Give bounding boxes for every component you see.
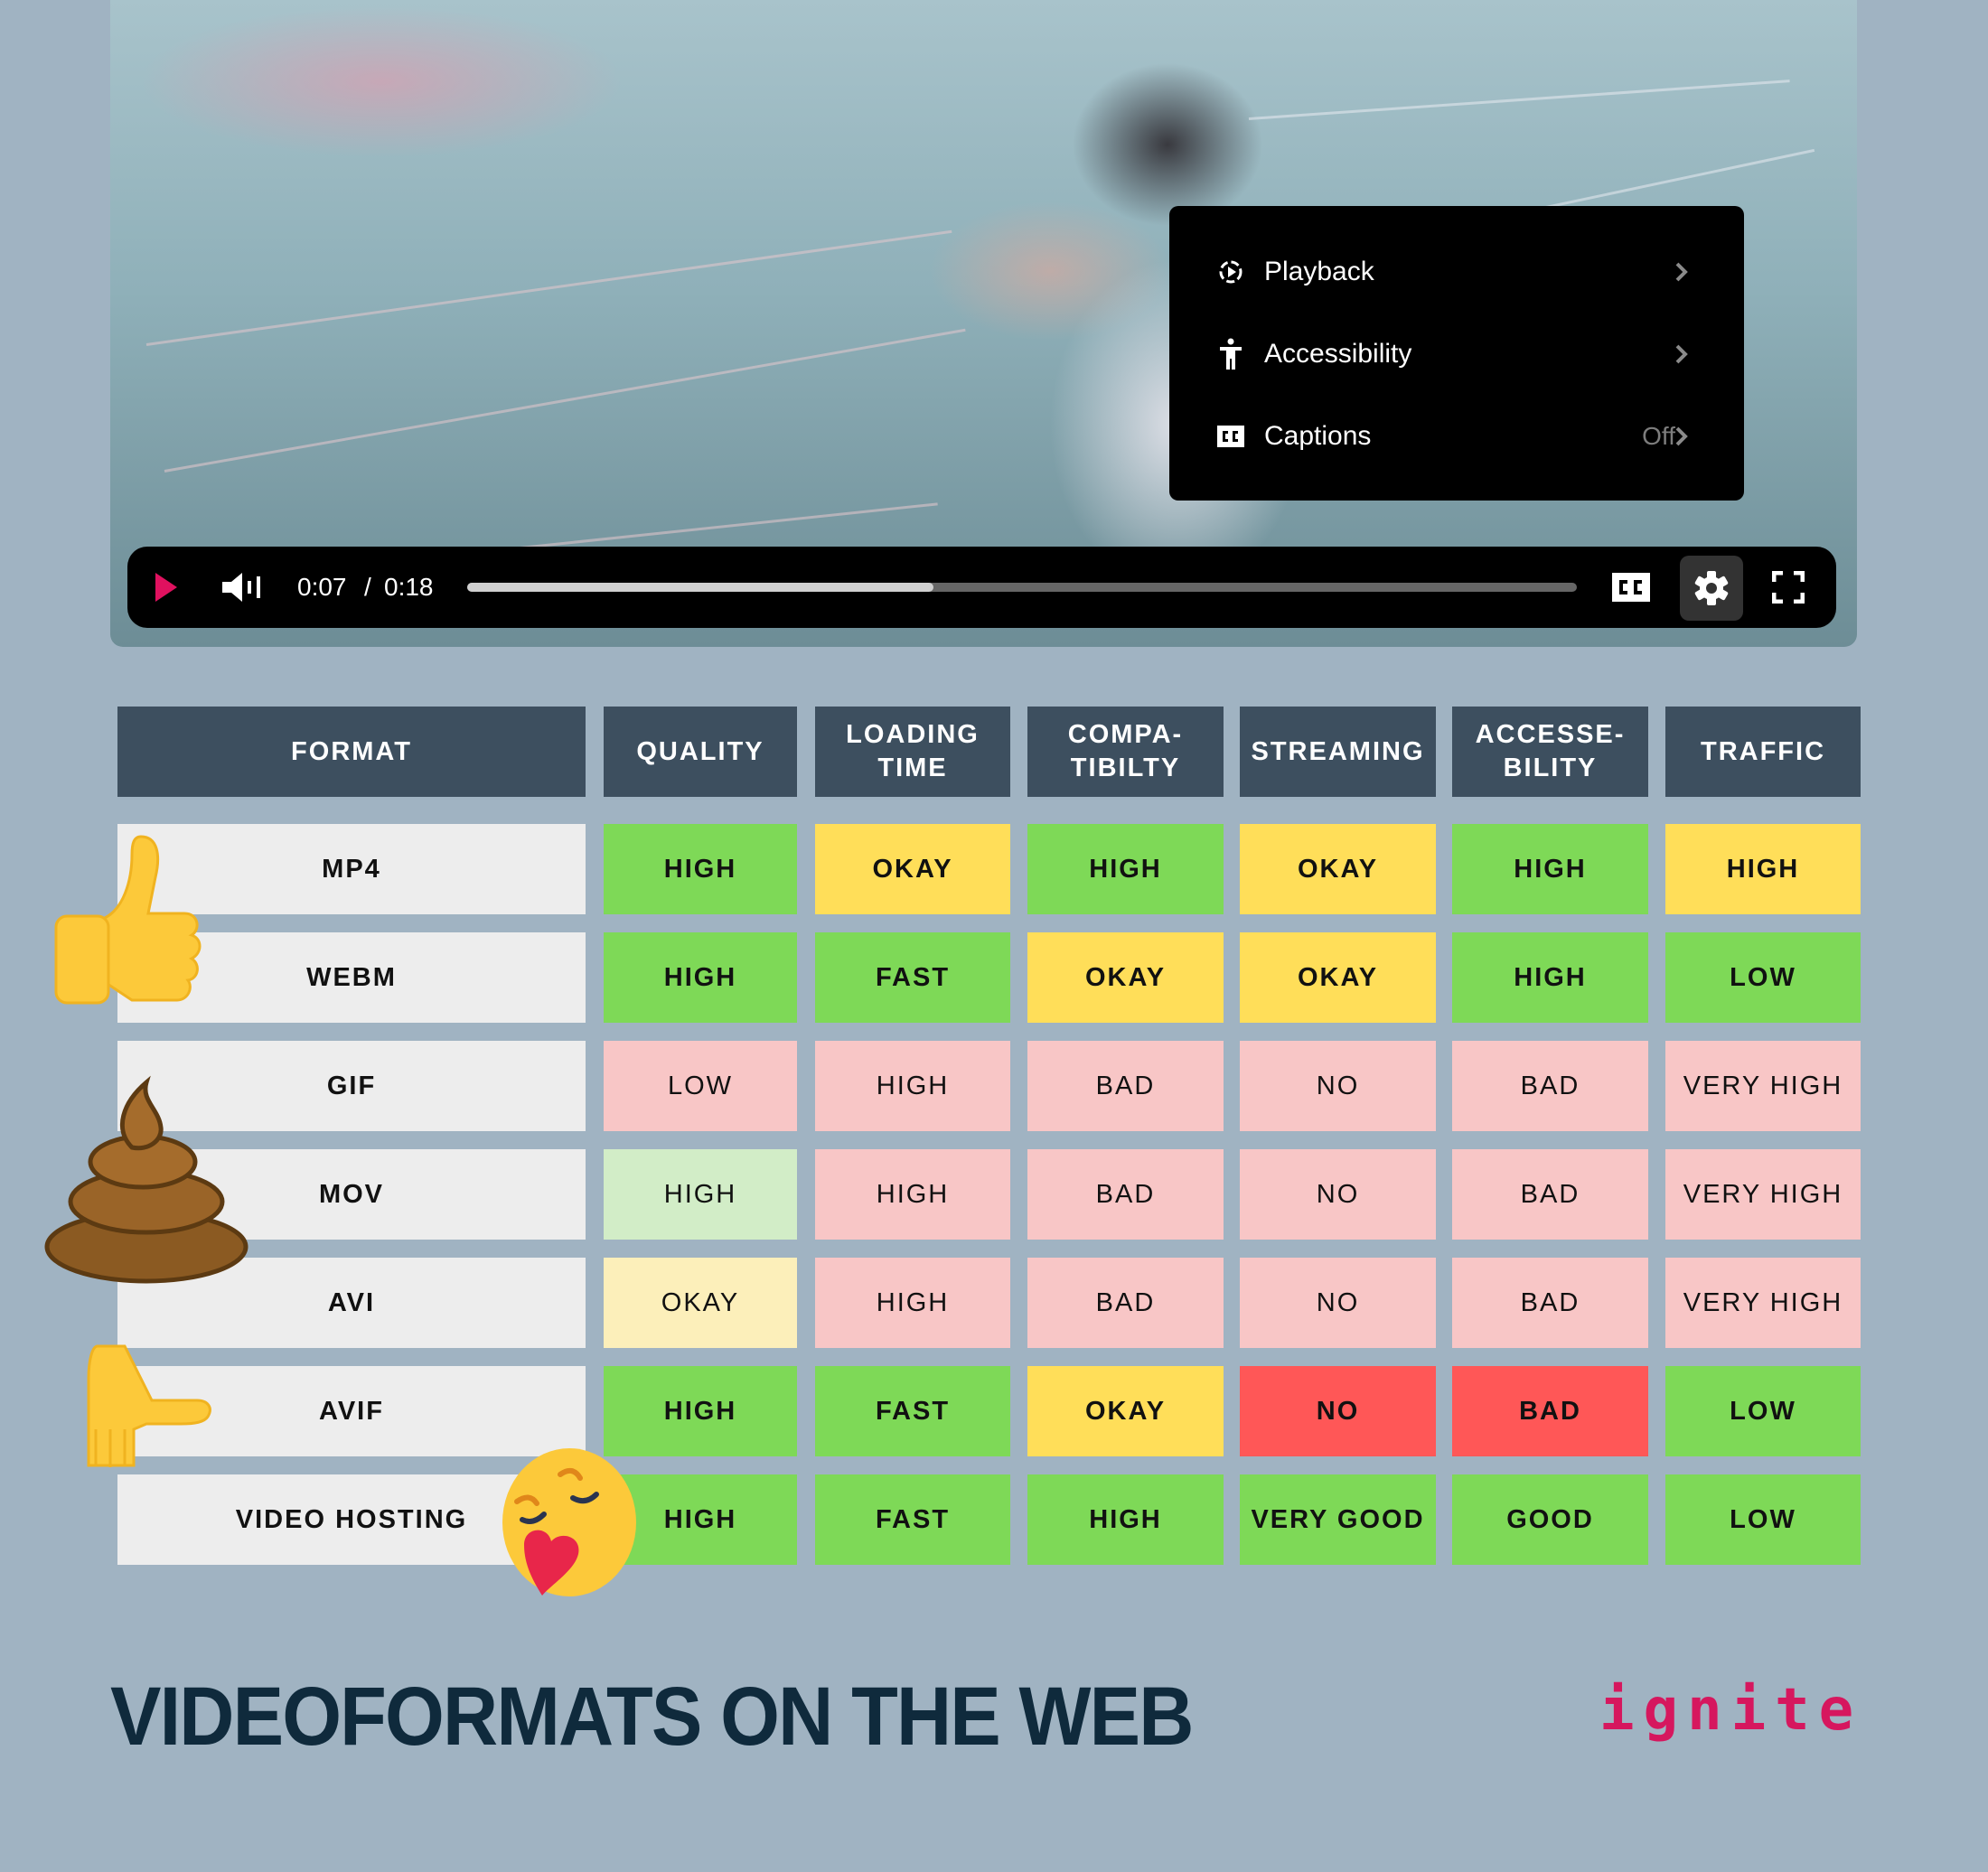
- play-button[interactable]: [153, 569, 180, 605]
- rating-cell: OKAY: [1240, 824, 1436, 914]
- column-header: ACCESSE- BILITY: [1452, 707, 1648, 797]
- rating-cell: VERY GOOD: [1240, 1474, 1436, 1565]
- ignite-logo: ignite: [1599, 1677, 1863, 1744]
- rating-cell: FAST: [815, 1366, 1010, 1456]
- mute-button[interactable]: [220, 569, 265, 605]
- rating-cell: OKAY: [1027, 1366, 1224, 1456]
- video-frame-detail: [1248, 80, 1790, 120]
- rating-cell: LOW: [604, 1041, 797, 1131]
- hugging-heart-face-emoji: [497, 1446, 642, 1599]
- play-icon: [155, 573, 177, 602]
- rating-cell: HIGH: [1027, 824, 1224, 914]
- time-separator: /: [364, 573, 371, 601]
- rating-cell: NO: [1240, 1041, 1436, 1131]
- video-control-bar: 0:07 / 0:18: [127, 547, 1836, 628]
- rating-cell: HIGH: [1665, 824, 1861, 914]
- rating-cell: OKAY: [1027, 932, 1224, 1023]
- column-header: FORMAT: [117, 707, 586, 797]
- column-header: TRAFFIC: [1665, 707, 1861, 797]
- palm-up-hand-emoji: [80, 1343, 224, 1469]
- volume-icon: [222, 573, 260, 602]
- thumbs-up-emoji: [51, 829, 222, 1019]
- accessibility-icon: [1216, 338, 1245, 370]
- captions-value: Off: [1642, 422, 1675, 450]
- rating-cell: VERY HIGH: [1665, 1041, 1861, 1131]
- rating-cell: OKAY: [1240, 932, 1436, 1023]
- gear-icon: [1694, 571, 1729, 605]
- rating-cell: HIGH: [1027, 1474, 1224, 1565]
- fullscreen-icon: [1772, 571, 1805, 604]
- cc-icon: [1612, 573, 1650, 602]
- menu-item-label: Captions: [1264, 421, 1372, 451]
- rating-cell: GOOD: [1452, 1474, 1648, 1565]
- rating-cell: FAST: [815, 1474, 1010, 1565]
- progress-slider[interactable]: [467, 583, 1577, 592]
- menu-item-accessibility[interactable]: Accessibility: [1169, 327, 1744, 381]
- rating-cell: NO: [1240, 1366, 1436, 1456]
- rating-cell: BAD: [1027, 1258, 1224, 1348]
- column-header: COMPA- TIBILTY: [1027, 707, 1224, 797]
- captions-button[interactable]: [1609, 567, 1653, 607]
- duration: 0:18: [384, 573, 434, 601]
- rating-cell: BAD: [1452, 1258, 1648, 1348]
- rating-cell: HIGH: [1452, 932, 1648, 1023]
- rating-cell: BAD: [1027, 1041, 1224, 1131]
- chevron-right-icon: [1675, 344, 1688, 364]
- menu-item-captions[interactable]: Captions Off: [1169, 409, 1744, 463]
- rating-cell: OKAY: [604, 1258, 797, 1348]
- menu-item-playback[interactable]: Playback: [1169, 245, 1744, 299]
- menu-item-label: Accessibility: [1264, 339, 1412, 369]
- progress-fill: [467, 583, 933, 592]
- video-frame-detail: [164, 328, 966, 473]
- rating-cell: VERY HIGH: [1665, 1149, 1861, 1240]
- rating-cell: HIGH: [604, 1366, 797, 1456]
- playback-icon: [1216, 257, 1245, 286]
- rating-cell: HIGH: [604, 1149, 797, 1240]
- rating-cell: BAD: [1027, 1149, 1224, 1240]
- column-header: STREAMING: [1240, 707, 1436, 797]
- current-time: 0:07: [297, 573, 347, 601]
- rating-cell: BAD: [1452, 1366, 1648, 1456]
- rating-cell: NO: [1240, 1258, 1436, 1348]
- page-title: VIDEOFORMATS ON THE WEB: [110, 1671, 1194, 1763]
- rating-cell: HIGH: [815, 1149, 1010, 1240]
- rating-cell: NO: [1240, 1149, 1436, 1240]
- rating-cell: HIGH: [604, 932, 797, 1023]
- rating-cell: VERY HIGH: [1665, 1258, 1861, 1348]
- cc-icon: [1216, 422, 1245, 451]
- settings-button[interactable]: [1680, 556, 1743, 621]
- video-frame-detail: [145, 229, 952, 346]
- settings-menu: Playback Accessibility Captions Off: [1169, 206, 1744, 501]
- chevron-right-icon: [1675, 426, 1688, 446]
- fullscreen-button[interactable]: [1770, 569, 1806, 605]
- column-header: QUALITY: [604, 707, 797, 797]
- column-header: LOADING TIME: [815, 707, 1010, 797]
- rating-cell: FAST: [815, 932, 1010, 1023]
- rating-cell: OKAY: [815, 824, 1010, 914]
- rating-cell: HIGH: [604, 824, 797, 914]
- rating-cell: HIGH: [1452, 824, 1648, 914]
- rating-cell: LOW: [1665, 1474, 1861, 1565]
- rating-cell: LOW: [1665, 932, 1861, 1023]
- menu-item-label: Playback: [1264, 257, 1374, 286]
- rating-cell: HIGH: [815, 1258, 1010, 1348]
- chevron-right-icon: [1675, 262, 1688, 282]
- rating-cell: BAD: [1452, 1041, 1648, 1131]
- poop-emoji: [42, 1075, 251, 1285]
- rating-cell: HIGH: [815, 1041, 1010, 1131]
- rating-cell: LOW: [1665, 1366, 1861, 1456]
- rating-cell: BAD: [1452, 1149, 1648, 1240]
